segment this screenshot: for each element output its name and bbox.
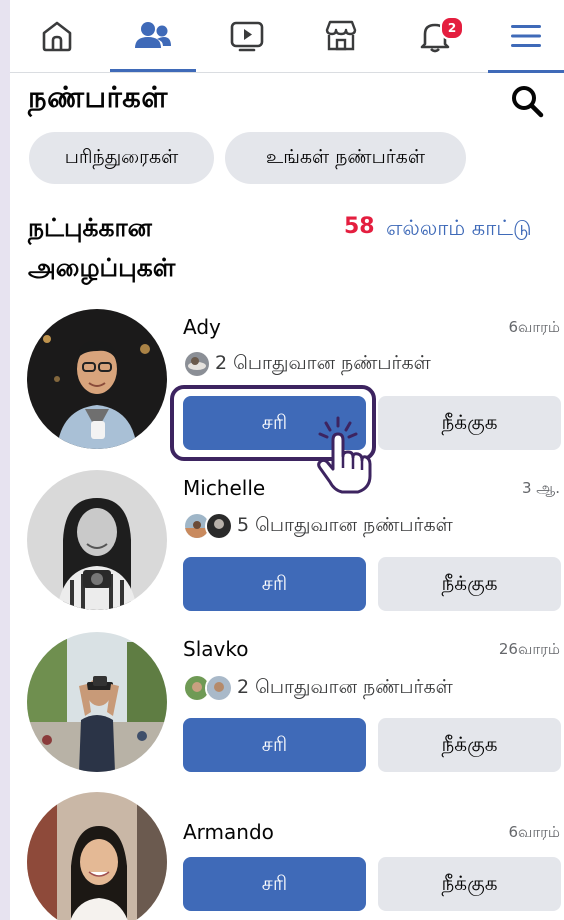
friends-icon xyxy=(135,22,171,48)
confirm-button[interactable]: சரி xyxy=(183,857,366,911)
marketplace-icon xyxy=(325,20,357,51)
pointing-hand-icon xyxy=(317,416,372,494)
profile-photo xyxy=(27,470,167,610)
mutual-friends: 2 பொதுவான நண்பர்கள் xyxy=(183,350,431,378)
profile-photo xyxy=(27,309,167,449)
friend-requests-title: நட்புக்கான அழைப்புகள் xyxy=(28,213,176,282)
search-icon xyxy=(512,86,544,118)
mutual-friend-avatar xyxy=(205,512,233,540)
friends-screen: 2 நண்பர்கள் பரிந்துரைகள் உங்கள் நண்பர்கள… xyxy=(10,0,564,920)
see-all-link[interactable]: எல்லாம் காட்டு xyxy=(386,216,532,243)
video-icon xyxy=(230,21,264,52)
chip-suggestions[interactable]: பரிந்துரைகள் xyxy=(29,132,214,184)
delete-button[interactable]: நீக்குக xyxy=(378,396,561,450)
avatar[interactable] xyxy=(27,470,167,610)
confirm-button[interactable]: சரி xyxy=(183,718,366,772)
profile-photo xyxy=(27,632,167,772)
tab-friends[interactable] xyxy=(110,0,196,72)
requests-count: 58 xyxy=(344,214,375,239)
tab-marketplace[interactable] xyxy=(298,0,384,72)
request-time: 26வாரம் xyxy=(498,640,560,658)
search-button[interactable] xyxy=(510,84,546,120)
profile-photo xyxy=(27,792,167,920)
mutual-friends-text: 2 பொதுவான நண்பர்கள் xyxy=(237,675,453,698)
tab-menu[interactable] xyxy=(488,0,564,73)
notification-badge: 2 xyxy=(440,16,464,40)
mutual-friend-avatar xyxy=(183,350,211,378)
request-name[interactable]: Ady xyxy=(183,315,221,339)
hamburger-icon xyxy=(511,25,541,47)
request-time: 6வாரம் xyxy=(508,318,560,336)
delete-button[interactable]: நீக்குக xyxy=(378,718,561,772)
request-name[interactable]: Slavko xyxy=(183,637,248,661)
avatar[interactable] xyxy=(27,792,167,920)
mutual-friends-text: 5 பொதுவான நண்பர்கள் xyxy=(237,513,453,536)
avatar[interactable] xyxy=(27,309,167,449)
tab-home[interactable] xyxy=(14,0,100,72)
request-time: 6வாரம் xyxy=(508,823,560,841)
mutual-friends: 2 பொதுவான நண்பர்கள் xyxy=(183,674,453,702)
chip-your-friends[interactable]: உங்கள் நண்பர்கள் xyxy=(225,132,466,184)
delete-button[interactable]: நீக்குக xyxy=(378,557,561,611)
request-name[interactable]: Michelle xyxy=(183,476,265,500)
confirm-button[interactable]: சரி xyxy=(183,557,366,611)
home-icon xyxy=(42,21,72,52)
request-name[interactable]: Armando xyxy=(183,820,274,844)
mutual-friends-text: 2 பொதுவான நண்பர்கள் xyxy=(215,351,431,374)
avatar[interactable] xyxy=(27,632,167,772)
page-title: நண்பர்கள் xyxy=(28,80,168,114)
request-time: 3 ஆ. xyxy=(521,479,560,497)
tab-notifications[interactable]: 2 xyxy=(392,0,478,72)
mutual-friends: 5 பொதுவான நண்பர்கள் xyxy=(183,512,453,540)
top-navigation-bar: 2 xyxy=(10,0,564,73)
mutual-friend-avatar xyxy=(205,674,233,702)
delete-button[interactable]: நீக்குக xyxy=(378,857,561,911)
tab-watch[interactable] xyxy=(204,0,290,72)
